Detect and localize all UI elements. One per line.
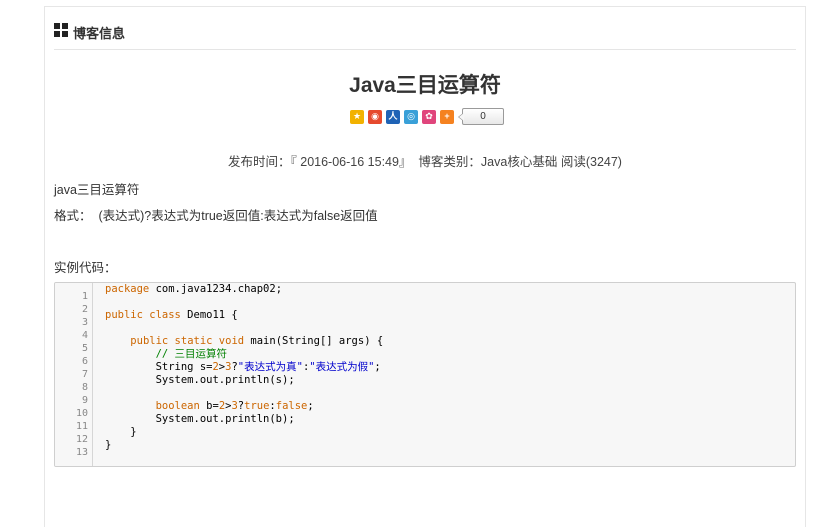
blog-info-panel: 博客信息 Java三目运算符 ★ ◉ 人 ◎ ✿ + 0 发布时间：『 2016… [44, 6, 806, 527]
code-token: b= [199, 400, 219, 412]
code-line: // 三目运算符 [105, 348, 383, 361]
code-line: boolean b=2>3?true:false; [105, 400, 383, 413]
code-token: public class [105, 309, 181, 321]
line-number: 13 [75, 447, 88, 458]
line-number: 12 [75, 434, 88, 445]
code-line: System.out.println(s); [105, 374, 383, 387]
line-number: 4 [81, 330, 88, 341]
line-number: 8 [81, 382, 88, 393]
code-line: package com.java1234.chap02; [105, 283, 383, 296]
code-token: Demo11 { [180, 309, 238, 321]
code-line: System.out.println(b); [105, 413, 383, 426]
line-number: 1 [81, 291, 88, 302]
qzone-icon[interactable]: ★ [350, 109, 364, 124]
code-line: } [105, 426, 383, 439]
publish-label: 发布时间： [228, 155, 291, 169]
publish-time: 『 2016-06-16 15:49』 [290, 155, 412, 169]
body-line-1: java三目运算符 [54, 183, 140, 197]
read-count: (3247) [585, 155, 622, 169]
panel-header: 博客信息 [54, 15, 796, 50]
code-token: true [244, 400, 270, 412]
code-token: } [105, 426, 137, 438]
code-token: public static void [130, 335, 245, 347]
post-meta: 发布时间：『 2016-06-16 15:49』 博客类别：Java核心基础 阅… [45, 151, 805, 170]
code-line: String s=2>3?"表达式为真":"表达式为假"; [105, 361, 383, 374]
tencent-weibo-icon[interactable]: ◎ [404, 109, 418, 124]
line-number-gutter: 1 2 3 4 5 6 7 8 9 10 11 12 13 [55, 283, 93, 466]
code-token: } [105, 439, 112, 451]
code-token: "表达式为真" [237, 361, 303, 373]
code-line [105, 322, 383, 335]
line-number: 7 [81, 369, 88, 380]
line-number: 10 [75, 408, 88, 419]
code-token: "表达式为假" [309, 361, 375, 373]
share-count: 0 [458, 108, 504, 125]
code-content: package com.java1234.chap02; public clas… [105, 283, 383, 452]
weibo-icon[interactable]: ◉ [368, 109, 382, 124]
body-line-format: 格式： (表达式)?表达式为true返回值:表达式为false返回值 [54, 209, 378, 223]
code-token: String s= [105, 361, 213, 373]
category-label: 博客类别： [418, 155, 481, 169]
code-line [105, 387, 383, 400]
code-token: // 三目运算符 [105, 348, 228, 360]
code-line [105, 296, 383, 309]
code-line: public static void main(String[] args) { [105, 335, 383, 348]
code-token: false [275, 400, 308, 412]
code-token: com.java1234.chap02; [149, 283, 283, 295]
code-line: } [105, 439, 383, 452]
code-token: main(String[] args) { [244, 335, 384, 347]
douban-icon[interactable]: ✿ [422, 109, 436, 124]
more-share-icon[interactable]: + [440, 109, 454, 124]
renren-icon[interactable]: 人 [386, 109, 400, 124]
code-line: public class Demo11 { [105, 309, 383, 322]
read-label: 阅读 [560, 155, 586, 169]
line-number: 2 [81, 304, 88, 315]
code-token: ; [374, 361, 381, 373]
category-link[interactable]: Java核心基础 [481, 155, 557, 169]
line-number: 6 [81, 356, 88, 367]
body-line-example-label: 实例代码： [54, 261, 117, 275]
line-number: 5 [81, 343, 88, 354]
panel-title: 博客信息 [73, 26, 126, 41]
code-token: System.out.println(b); [105, 413, 295, 425]
line-number: 3 [81, 317, 88, 328]
share-bar: ★ ◉ 人 ◎ ✿ + 0 [350, 108, 504, 125]
code-token: ; [307, 400, 314, 412]
line-number: 9 [81, 395, 88, 406]
line-number: 11 [75, 421, 88, 432]
code-token: System.out.println(s); [105, 374, 295, 386]
code-token: boolean [155, 400, 200, 412]
grid-icon [54, 23, 68, 37]
post-title: Java三目运算符 [349, 74, 501, 97]
code-block: 1 2 3 4 5 6 7 8 9 10 11 12 13 package com.java1234.c… [54, 282, 796, 467]
code-token: package [105, 283, 150, 295]
